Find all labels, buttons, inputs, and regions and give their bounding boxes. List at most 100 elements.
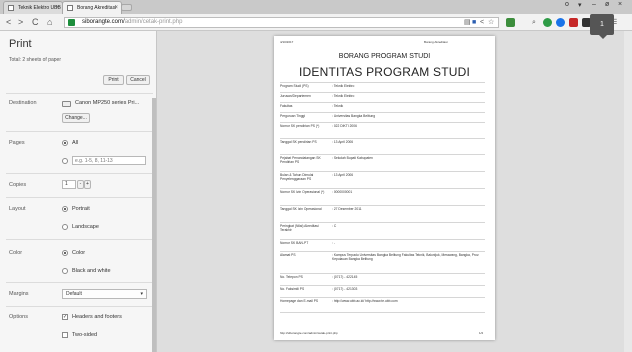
share-icon[interactable]: < xyxy=(480,19,484,27)
divider xyxy=(6,306,153,307)
preview-header-date: 4/10/2017 xyxy=(280,40,294,44)
chevron-down-icon: ▾ xyxy=(140,291,143,297)
pages-range-input[interactable] xyxy=(72,156,146,165)
form-value: : (0717) - 422145 xyxy=(332,275,358,279)
form-row: No. Faksimili PS : (0717) - 421303 xyxy=(280,285,485,296)
close-icon[interactable]: × xyxy=(55,2,59,14)
extension-icon[interactable] xyxy=(556,18,565,27)
translate-icon[interactable]: ▤ xyxy=(464,19,471,27)
form-row: No. Telepon PS: (0717) - 422145 xyxy=(280,273,485,284)
form-label: Homepage dan E-mail PS xyxy=(280,299,319,303)
form-row: Tanggal SK Izin Operasional : 27 Desember… xyxy=(280,205,485,221)
minimize-button[interactable]: – xyxy=(592,1,596,8)
color-label: Color xyxy=(9,250,23,256)
preview-footer-page: 1/2 xyxy=(479,331,484,335)
form-row: Nomor SK BAN-PT: - xyxy=(280,239,485,250)
new-tab-button[interactable] xyxy=(121,4,132,11)
back-button[interactable]: < xyxy=(6,17,11,27)
color-bw-radio[interactable] xyxy=(62,268,68,274)
close-window-button[interactable]: × xyxy=(618,1,622,8)
user-icon[interactable]: o xyxy=(565,1,569,8)
divider xyxy=(6,282,153,283)
color-color-radio[interactable] xyxy=(62,250,68,256)
form-row: Fakultas: Teknik xyxy=(280,102,485,112)
form-label: Nomor SK Izin Operasional (*) xyxy=(280,190,325,194)
margins-value: Default xyxy=(66,291,82,297)
options-label: Options xyxy=(9,314,28,320)
copies-input[interactable]: 1 xyxy=(62,180,76,189)
headers-footers-label: Headers and footers xyxy=(72,314,122,320)
form-value: : 0000000001 xyxy=(332,190,353,194)
print-preview-page: 4/10/2017 Borang Akreditasi BORANG PROGR… xyxy=(274,36,495,340)
address-bar[interactable]: siborangte.com/admin/cetak-print.php xyxy=(64,17,499,28)
form-value: : (0717) - 421303 xyxy=(332,287,358,291)
extension-icon[interactable] xyxy=(569,18,578,27)
cancel-button[interactable]: Cancel xyxy=(126,75,150,85)
form-label: Program Studi (PS) xyxy=(280,84,309,88)
change-destination-button[interactable]: Change... xyxy=(62,113,90,123)
preview-heading-identitas: IDENTITAS PROGRAM STUDI xyxy=(298,65,471,79)
form-label: Perguruan Tinggi xyxy=(280,114,306,118)
tab-teknik-elektro[interactable]: Teknik Elektro UBB × xyxy=(3,1,63,14)
color-bw-label: Black and white xyxy=(72,268,111,274)
copies-decrement-button[interactable]: - xyxy=(77,180,84,189)
url-host: siborangte.com/ xyxy=(82,19,125,25)
preview-header-title: Borang Akreditasi xyxy=(424,40,448,44)
layout-portrait-radio[interactable] xyxy=(62,206,68,212)
form-label: Peringkat (Nilai) Akreditasi Terakhir xyxy=(280,224,319,232)
form-label: No. Faksimili PS xyxy=(280,287,305,291)
preview-heading-borang: BORANG PROGRAM STUDI xyxy=(338,53,431,60)
two-sided-checkbox[interactable] xyxy=(62,332,68,338)
two-sided-label: Two-sided xyxy=(72,332,98,338)
form-row: Jurusan/Departemen: Teknik Elektro xyxy=(280,92,485,102)
tab-borang-akreditasi[interactable]: Borang Akreditasi × xyxy=(62,1,122,14)
divider xyxy=(6,197,153,198)
form-value: : 13 April 2006 xyxy=(332,173,354,177)
form-row: Bulan & Tahun Dimulai Penyelenggaraan PS… xyxy=(280,171,485,187)
destination-label: Destination xyxy=(9,100,37,106)
form-label: Alamat PS xyxy=(280,253,296,257)
preview-scrollbar[interactable] xyxy=(624,31,632,352)
home-button[interactable]: ⌂ xyxy=(47,17,52,27)
reload-button[interactable]: C xyxy=(32,17,39,27)
pages-range-radio[interactable] xyxy=(62,158,68,164)
panel-scrollbar[interactable] xyxy=(152,98,156,352)
form-value: : 27 Desember 2011 xyxy=(332,207,362,211)
form-row: Peringkat (Nilai) Akreditasi Terakhir: C xyxy=(280,222,485,238)
page-icon xyxy=(67,5,73,11)
form-label: Nomor SK BAN-PT xyxy=(280,241,309,245)
form-row: Perguruan Tinggi: Universitas Bangka Bel… xyxy=(280,112,485,122)
menu-arrow-icon[interactable]: ▾ xyxy=(578,1,582,9)
form-row: Program Studi (PS): Teknik Elektro xyxy=(280,82,485,91)
form-value: : Sekolah Bupati Kabupaten xyxy=(332,156,373,160)
url-path: admin/cetak-print.php xyxy=(124,19,183,25)
form-value: : 022 DIKTI 2006 xyxy=(332,124,357,128)
layout-landscape-radio[interactable] xyxy=(62,224,68,230)
form-row: Tanggal SK pendirian PS: 13 April 2006 xyxy=(280,138,485,153)
extension-icon[interactable] xyxy=(543,18,552,27)
print-button[interactable]: Print xyxy=(103,75,124,85)
printer-icon xyxy=(62,101,71,107)
restore-button[interactable]: ø xyxy=(605,1,609,8)
preview-footer-url: http://siborangte.com/admin/cetak-print.… xyxy=(280,331,338,335)
print-total: Total: 2 sheets of paper xyxy=(9,57,61,63)
pages-all-radio[interactable] xyxy=(62,140,68,146)
extension-icon[interactable] xyxy=(506,18,515,27)
form-value: : http://www.ubb.ac.id/ http://www.te.ub… xyxy=(332,299,398,303)
headers-footers-checkbox[interactable]: ✓ xyxy=(62,314,68,320)
form-value: : Teknik Elektro xyxy=(332,94,355,98)
star-icon[interactable]: ☆ xyxy=(488,19,494,27)
close-icon[interactable]: × xyxy=(114,2,118,14)
bookmark-icon[interactable]: ■ xyxy=(472,19,476,27)
pages-all-label: All xyxy=(72,140,79,146)
form-label: Tanggal SK Izin Operasional xyxy=(280,207,322,211)
form-row: Nomor SK Izin Operasional (*) : 000000000… xyxy=(280,188,485,204)
forward-button[interactable]: > xyxy=(18,17,23,27)
copies-label: Copies xyxy=(9,182,27,188)
form-label: Bulan & Tahun Dimulai Penyelenggaraan PS xyxy=(280,173,314,181)
tab-title: Borang Akreditasi xyxy=(77,5,117,11)
copies-increment-button[interactable]: + xyxy=(84,180,91,189)
search-icon[interactable]: ⌕ xyxy=(532,19,536,27)
form-label: Fakultas xyxy=(280,104,293,108)
margins-select[interactable]: Default ▾ xyxy=(62,289,147,299)
